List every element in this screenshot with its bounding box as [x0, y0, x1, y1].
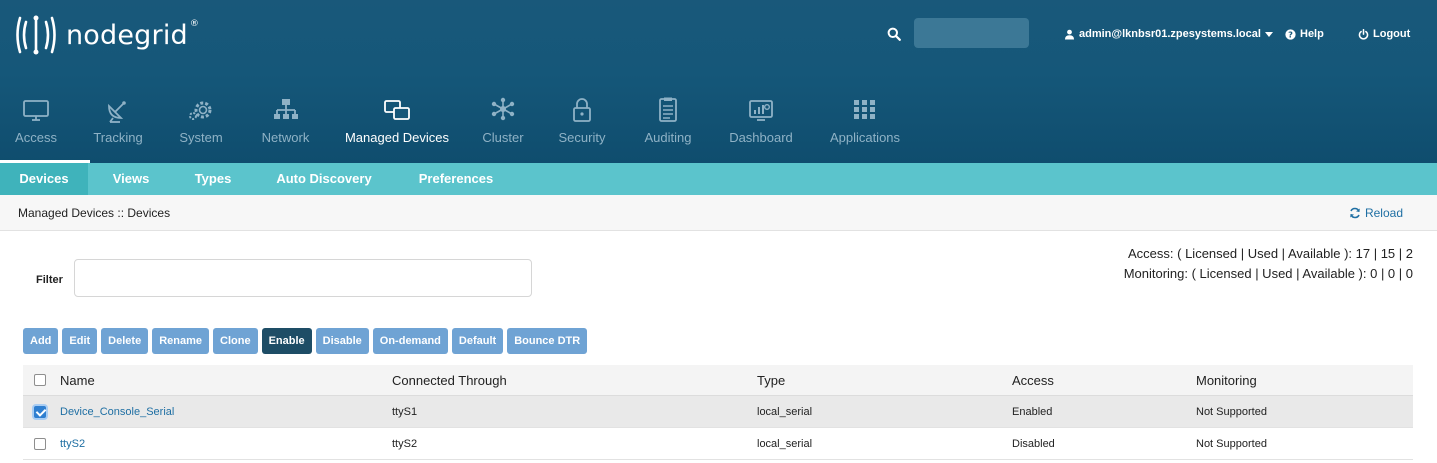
- grid-icon: [854, 100, 875, 119]
- nodegrid-logo[interactable]: nodegrid ®: [14, 14, 199, 56]
- device-name-link[interactable]: Device_Console_Serial: [60, 396, 174, 427]
- connected-through-cell: ttyS2: [392, 437, 418, 450]
- nav-access[interactable]: Access: [0, 92, 72, 163]
- power-icon: [1358, 28, 1369, 40]
- nav-dashboard[interactable]: Dashboard: [717, 92, 805, 163]
- user-icon: [1064, 29, 1075, 40]
- help-icon: ?: [1285, 28, 1296, 40]
- access-cell: Disabled: [1012, 437, 1055, 450]
- search-input[interactable]: [914, 18, 1029, 48]
- select-all-checkbox[interactable]: [34, 374, 46, 386]
- sub-nav: Devices Views Types Auto Discovery Prefe…: [0, 163, 1437, 195]
- disable-button[interactable]: Disable: [315, 328, 369, 354]
- column-header-monitoring[interactable]: Monitoring: [1196, 365, 1257, 395]
- network-icon: [273, 99, 298, 119]
- top-header: nodegrid ® admin@lknbsr01.zpesystems.loca…: [0, 0, 1437, 163]
- nodegrid-logo-icon: [16, 15, 56, 55]
- on-demand-button[interactable]: On-demand: [372, 328, 448, 354]
- gears-icon: [189, 101, 212, 120]
- nav-security[interactable]: Security: [545, 92, 619, 163]
- breadcrumb-bar: Managed Devices :: Devices Reload: [0, 195, 1437, 231]
- monitoring-cell: Not Supported: [1196, 437, 1267, 450]
- enable-button[interactable]: Enable: [261, 328, 312, 354]
- bounce-dtr-button[interactable]: Bounce DTR: [507, 328, 588, 354]
- logout-link[interactable]: Logout: [1358, 28, 1410, 40]
- subtab-views[interactable]: Views: [88, 163, 174, 195]
- table-row[interactable]: Device_Console_Serial ttyS1 local_serial…: [23, 396, 1413, 428]
- reload-button[interactable]: Reload: [1349, 206, 1403, 220]
- logout-label: Logout: [1373, 28, 1411, 40]
- license-summary: Access: ( Licensed | Used | Available ):…: [1124, 244, 1413, 284]
- nav-cluster[interactable]: Cluster: [461, 92, 545, 163]
- device-name-link[interactable]: ttyS2: [60, 428, 85, 459]
- clipboard-icon: [659, 97, 677, 122]
- rename-button[interactable]: Rename: [152, 328, 209, 354]
- row-select-cell: [34, 428, 46, 459]
- devices-table: Name Connected Through Type Access Monit…: [23, 365, 1413, 460]
- type-cell: local_serial: [757, 437, 813, 450]
- nav-network[interactable]: Network: [238, 92, 333, 163]
- access-cell: Enabled: [1012, 405, 1053, 418]
- column-header-type[interactable]: Type: [757, 365, 785, 395]
- reload-label: Reload: [1364, 206, 1403, 220]
- connected-through-cell: ttyS1: [392, 405, 418, 418]
- user-menu[interactable]: admin@lknbsr01.zpesystems.local: [1064, 28, 1273, 40]
- help-link[interactable]: ? Help: [1285, 28, 1324, 40]
- lock-icon: [573, 98, 591, 122]
- breadcrumb: Managed Devices :: Devices: [18, 206, 171, 220]
- subtab-preferences[interactable]: Preferences: [396, 163, 516, 195]
- nav-system[interactable]: System: [164, 92, 238, 163]
- add-button[interactable]: Add: [23, 328, 59, 354]
- subtab-devices[interactable]: Devices: [0, 163, 88, 195]
- clone-button[interactable]: Clone: [213, 328, 258, 354]
- nav-auditing[interactable]: Auditing: [619, 92, 717, 163]
- action-toolbar: Add Edit Delete Rename Clone Enable Disa…: [23, 328, 588, 354]
- edit-button[interactable]: Edit: [62, 328, 98, 354]
- filter-label: Filter: [36, 274, 63, 286]
- cluster-icon: [491, 97, 515, 121]
- type-cell: local_serial: [757, 405, 813, 418]
- monitoring-license: Monitoring: ( Licensed | Used | Availabl…: [1123, 266, 1413, 281]
- satellite-dish-icon: [108, 101, 126, 123]
- row-checkbox[interactable]: [34, 437, 46, 450]
- nav-applications[interactable]: Applications: [805, 92, 925, 163]
- column-header-access[interactable]: Access: [1012, 365, 1054, 395]
- nav-managed-devices[interactable]: Managed Devices: [333, 92, 461, 163]
- column-header-connected-through[interactable]: Connected Through: [392, 365, 507, 395]
- caret-down-icon: [1264, 31, 1273, 37]
- default-button[interactable]: Default: [451, 328, 504, 354]
- help-label: Help: [1300, 28, 1324, 40]
- filter-input[interactable]: [74, 259, 532, 297]
- nav-tracking[interactable]: Tracking: [72, 92, 164, 163]
- column-header-name[interactable]: Name: [60, 365, 95, 395]
- monitoring-cell: Not Supported: [1196, 405, 1267, 418]
- table-row[interactable]: ttyS2 ttyS2 local_serial Disabled Not Su…: [23, 428, 1413, 460]
- managed-devices-icon: [384, 100, 410, 120]
- subtab-auto-discovery[interactable]: Auto Discovery: [252, 163, 396, 195]
- svg-text:?: ?: [1288, 29, 1293, 39]
- delete-button[interactable]: Delete: [101, 328, 149, 354]
- access-license: Access: ( Licensed | Used | Available ):…: [1128, 246, 1413, 261]
- main-nav: Access Tracking System Network Managed D…: [0, 92, 925, 163]
- table-header-row: Name Connected Through Type Access Monit…: [23, 365, 1413, 396]
- dashboard-icon: [749, 100, 773, 121]
- monitor-icon: [23, 100, 49, 121]
- refresh-icon: [1350, 207, 1360, 219]
- search-icon[interactable]: [887, 27, 901, 41]
- row-checkbox[interactable]: [34, 405, 46, 418]
- row-select-cell: [34, 396, 46, 427]
- subtab-types[interactable]: Types: [174, 163, 252, 195]
- select-all-cell: [34, 365, 46, 395]
- user-name: admin@lknbsr01.zpesystems.local: [1079, 28, 1261, 40]
- logo-text: nodegrid ®: [66, 18, 200, 51]
